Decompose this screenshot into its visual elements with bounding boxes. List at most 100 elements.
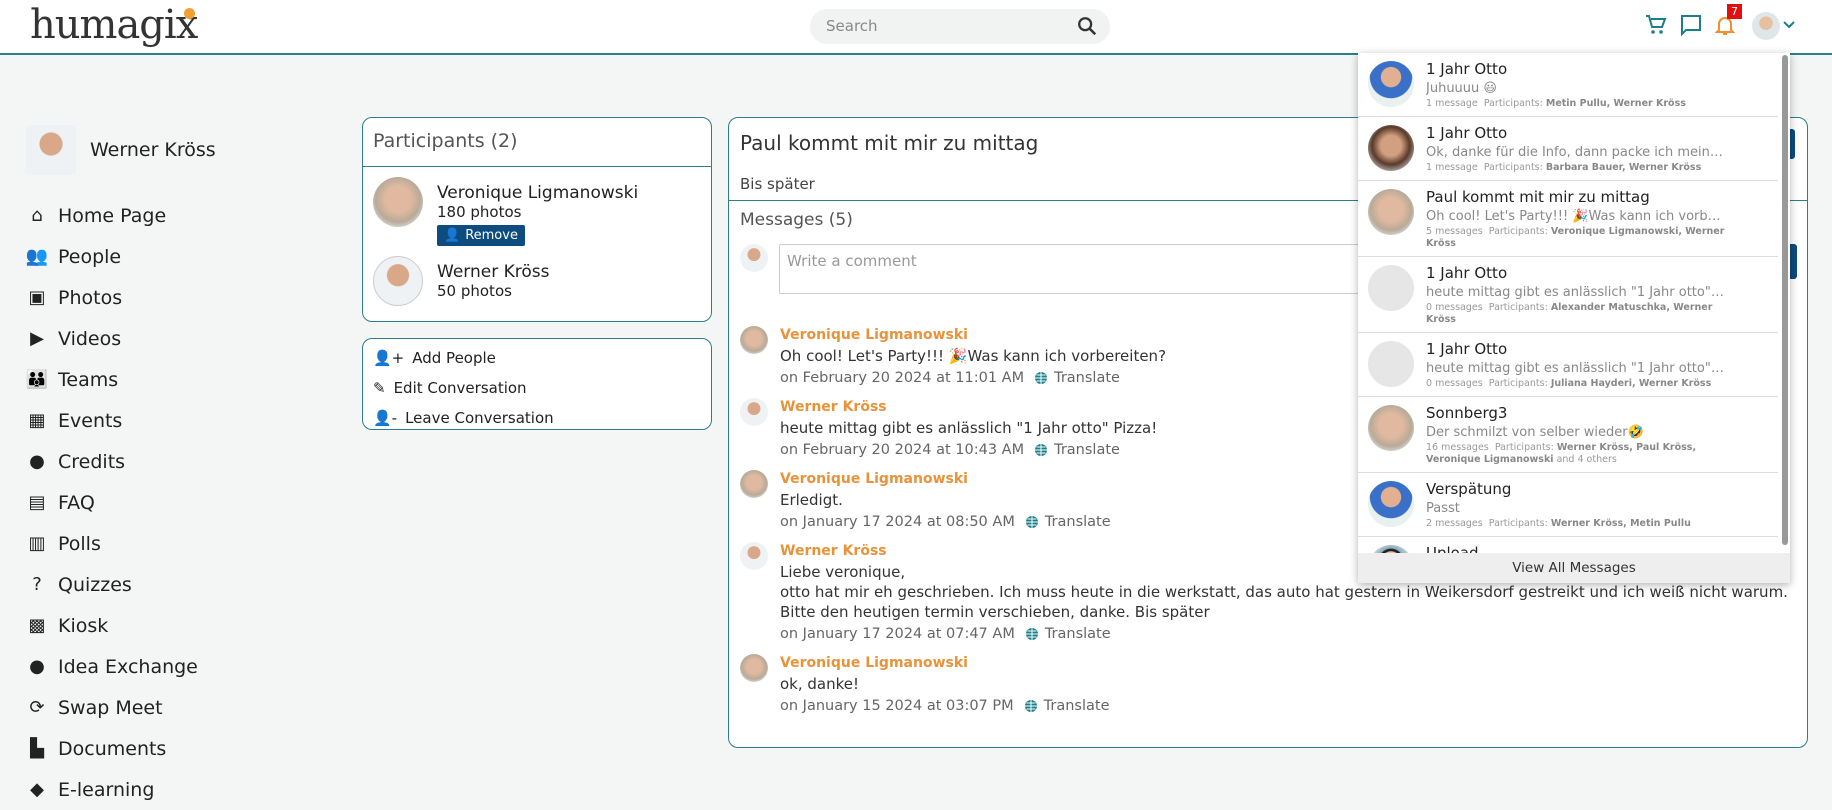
conversation-preview: heute mittag gibt es anlässlich "1 Jahr … (1426, 285, 1726, 300)
conversation-title: Sonnberg3 (1426, 404, 1508, 422)
avatar (1368, 481, 1414, 527)
translate-label: Translate (1043, 698, 1110, 714)
remove-label: Remove (465, 228, 518, 243)
translate-button[interactable]: Translate (1025, 510, 1111, 534)
message-author[interactable]: Veronique Ligmanowski (780, 652, 1110, 674)
conversation-preview-item[interactable]: Paul kommt mit mir zu mittag Oh cool! Let… (1358, 181, 1778, 257)
message-count: 0 messages (1426, 378, 1483, 389)
sidebar-item-label: Kiosk (58, 614, 109, 637)
message-count: 2 messages (1426, 518, 1483, 529)
sidebar-item-label: Documents (58, 737, 167, 760)
sidebar-item-polls[interactable]: ▥ Polls (26, 523, 216, 564)
chat-icon[interactable] (1679, 13, 1703, 37)
user-avatar[interactable] (1752, 12, 1780, 40)
avatar[interactable] (740, 326, 768, 354)
message-author[interactable]: Werner Kröss (780, 396, 1157, 418)
sidebar-item-documents[interactable]: ▙ Documents (26, 728, 216, 769)
globe-icon (1025, 516, 1038, 528)
avatar (1368, 405, 1414, 451)
sidebar-item-home-page[interactable]: ⌂ Home Page (26, 195, 216, 236)
avatar[interactable] (740, 542, 768, 570)
sidebar-item-events[interactable]: ▦ Events (26, 400, 216, 441)
avatar[interactable] (373, 177, 423, 227)
search-icon[interactable] (1076, 15, 1098, 37)
avatar (26, 125, 76, 175)
conversation-preview: Oh cool! Let's Party!!! 🎉Was kann ich vo… (1426, 209, 1726, 224)
conversation-title: Paul kommt mit mir zu mittag (1426, 188, 1650, 206)
conversation-preview-item[interactable]: Sonnberg3 Der schmilzt von selber wieder🤣… (1358, 397, 1778, 473)
conversation-preview-item[interactable]: 1 Jahr Otto Juhuuuu 😃 1 message Participan… (1358, 53, 1778, 117)
sidebar-item-label: Teams (58, 368, 119, 391)
translate-button[interactable]: Translate (1034, 366, 1120, 390)
participant-photos: 50 photos (437, 282, 512, 300)
cart-icon[interactable] (1644, 13, 1668, 37)
globe-icon (1035, 372, 1048, 384)
conversation-title: Paul kommt mit mir zu mittag (740, 131, 1039, 155)
photo-icon: ▣ (28, 287, 46, 308)
avatar[interactable] (373, 256, 423, 306)
sidebar-item-label: Home Page (58, 204, 167, 227)
graduation-cap-icon: ◆ (30, 779, 44, 800)
participant-name[interactable]: Werner Kröss (437, 262, 549, 282)
translate-button[interactable]: Translate (1025, 622, 1111, 646)
user-plus-icon: 👤+ (373, 349, 405, 367)
view-all-messages-button[interactable]: View All Messages (1358, 553, 1790, 583)
label: Leave Conversation (405, 409, 554, 427)
sidebar-item-faq[interactable]: ▤ FAQ (26, 482, 216, 523)
sidebar-item-teams[interactable]: 👪 Teams (26, 359, 216, 400)
conversation-preview-item[interactable]: Verspätung Passt 2 messages Participants: … (1358, 473, 1778, 537)
translate-button[interactable]: Translate (1034, 438, 1120, 462)
video-icon: ▶ (30, 328, 44, 349)
translate-button[interactable]: Translate (1024, 694, 1110, 718)
participants-names: Juliana Hayderi, Werner Kröss (1550, 378, 1712, 389)
message-item: Veronique Ligmanowski ok, danke! on Januar… (740, 652, 1800, 718)
leave-conversation-button[interactable]: 👤- Leave Conversation (373, 403, 701, 433)
avatar[interactable] (740, 654, 768, 682)
messages-title: Messages (5) (740, 210, 853, 230)
conversation-preview-item[interactable]: 1 Jahr Otto Ok, danke für die Info, dann … (1358, 117, 1778, 181)
message-author[interactable]: Veronique Ligmanowski (780, 324, 1166, 346)
remove-participant-button[interactable]: 👤 Remove (437, 225, 525, 246)
avatar[interactable] (740, 470, 768, 498)
sidebar: Werner Kröss ⌂ Home Page 👥 People ▣ Photos ▶ Vi… (26, 125, 216, 810)
sidebar-item-kiosk[interactable]: ▩ Kiosk (26, 605, 216, 646)
conversation-preview-item[interactable]: 1 Jahr Otto heute mittag gibt es anlässli… (1358, 257, 1778, 333)
conversation-preview-item[interactable]: UploadLieber Paul, die Lego Umfrage bitt… (1358, 537, 1778, 553)
participants-label: Participants: (1483, 98, 1543, 109)
sidebar-item-label: People (58, 245, 122, 268)
search-input[interactable] (826, 17, 1056, 35)
edit-conversation-button[interactable]: ✎ Edit Conversation (373, 373, 701, 403)
sidebar-user[interactable]: Werner Kröss (26, 125, 216, 175)
sidebar-item-swap-meet[interactable]: ⟳ Swap Meet (26, 687, 216, 728)
participant-name[interactable]: Veronique Ligmanowski (437, 183, 638, 203)
avatar (1368, 189, 1414, 235)
participant-photos: 180 photos (437, 203, 522, 221)
sidebar-item-photos[interactable]: ▣ Photos (26, 277, 216, 318)
sidebar-item-quizzes[interactable]: ? Quizzes (26, 564, 216, 605)
sidebar-item-label: Quizzes (58, 573, 132, 596)
conversation-preview: Juhuuuu 😃 (1426, 81, 1497, 96)
calendar-icon: ▦ (28, 410, 46, 431)
sidebar-item-label: Swap Meet (58, 696, 163, 719)
home-icon: ⌂ (31, 205, 43, 226)
conversation-subtitle: Bis später (740, 175, 815, 193)
message-author[interactable]: Veronique Ligmanowski (780, 468, 1111, 490)
sidebar-item-videos[interactable]: ▶ Videos (26, 318, 216, 359)
conversation-title: Upload (1426, 544, 1479, 553)
participants-extra: and 4 others (1556, 454, 1617, 465)
chevron-down-icon[interactable] (1783, 20, 1795, 30)
label: Edit Conversation (393, 379, 527, 397)
logo[interactable]: humagix (30, 2, 198, 48)
search-bar (810, 9, 1110, 44)
sidebar-item-credits[interactable]: ● Credits (26, 441, 216, 482)
sidebar-item-people[interactable]: 👥 People (26, 236, 216, 277)
book-icon: ▤ (28, 492, 46, 513)
avatar (1368, 61, 1414, 107)
sidebar-item-idea-exchange[interactable]: ● Idea Exchange (26, 646, 216, 687)
user-minus-icon: 👤- (373, 409, 398, 427)
scrollbar[interactable] (1782, 55, 1788, 545)
conversation-preview-item[interactable]: 1 Jahr Otto heute mittag gibt es anlässli… (1358, 333, 1778, 397)
add-people-button[interactable]: 👤+ Add People (373, 343, 701, 373)
avatar[interactable] (740, 398, 768, 426)
message-text: ok, danke! (780, 675, 860, 693)
